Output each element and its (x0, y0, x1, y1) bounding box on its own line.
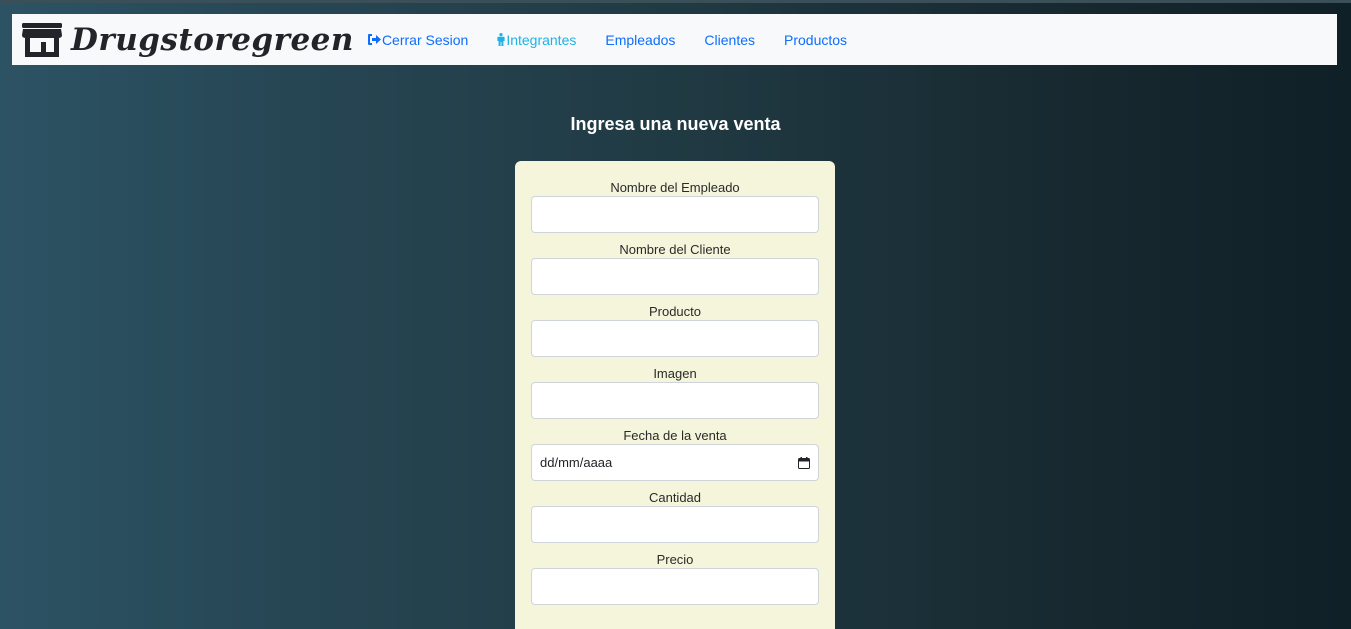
price-input[interactable] (531, 568, 819, 605)
image-label: Imagen (653, 366, 697, 381)
product-label: Producto (648, 304, 702, 319)
nav-integrantes-label: Integrantes (506, 31, 577, 48)
quantity-label: Cantidad (648, 490, 702, 505)
nav-clientes-link[interactable]: Clientes (704, 32, 755, 48)
image-input[interactable] (531, 382, 819, 419)
employee-name-input[interactable] (531, 196, 819, 233)
store-icon (22, 22, 62, 57)
person-icon (497, 33, 505, 46)
client-name-input[interactable] (531, 258, 819, 295)
sale-date-value: dd/mm/aaaa (540, 455, 613, 470)
quantity-field: Cantidad (531, 489, 819, 543)
sale-date-field: Fecha de la venta dd/mm/aaaa (531, 427, 819, 481)
brand-name: Drugstoregreen (71, 21, 354, 58)
navbar: Drugstoregreen Cerrar Sesion Integrantes… (12, 14, 1337, 65)
sale-date-input[interactable]: dd/mm/aaaa (531, 444, 819, 481)
brand-link[interactable]: Drugstoregreen (22, 22, 354, 58)
calendar-icon[interactable] (798, 456, 810, 469)
quantity-input[interactable] (531, 506, 819, 543)
price-label: Precio (656, 552, 694, 567)
nav-links: Cerrar Sesion Integrantes Empleados Clie… (367, 31, 876, 48)
price-field: Precio (531, 551, 819, 605)
employee-name-field: Nombre del Empleado (531, 179, 819, 233)
nav-cerrar-sesion-link[interactable]: Cerrar Sesion (367, 31, 469, 48)
sign-out-icon (367, 34, 381, 45)
sale-date-label: Fecha de la venta (623, 428, 727, 443)
product-field: Producto (531, 303, 819, 357)
nav-cerrar-sesion-label: Cerrar Sesion (381, 31, 469, 48)
page-title: Ingresa una nueva venta (570, 114, 781, 134)
image-field: Imagen (531, 365, 819, 419)
nav-productos-link[interactable]: Productos (784, 32, 847, 48)
sale-form: Nombre del Empleado Nombre del Cliente P… (515, 161, 835, 629)
product-input[interactable] (531, 320, 819, 357)
window-top-edge (0, 0, 1351, 3)
employee-name-label: Nombre del Empleado (610, 180, 740, 195)
nav-integrantes-link[interactable]: Integrantes (497, 32, 576, 48)
client-name-field: Nombre del Cliente (531, 241, 819, 295)
client-name-label: Nombre del Cliente (619, 242, 731, 257)
nav-empleados-link[interactable]: Empleados (605, 32, 675, 48)
